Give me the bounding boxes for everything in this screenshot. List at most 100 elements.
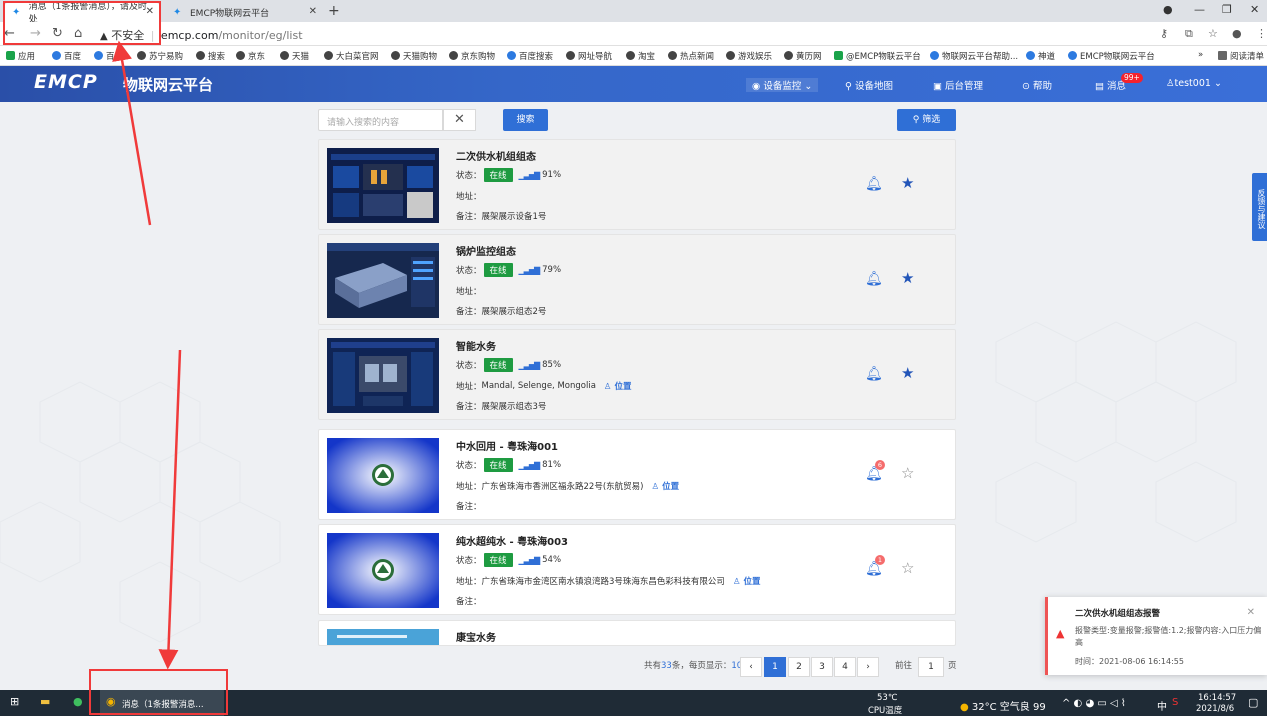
bookmark-item[interactable]: 黄历网 bbox=[784, 50, 822, 62]
device-card[interactable]: 中水回用 - 粤珠海001 状态： 在线 ▁▃▅▇ 81% 地址： 广东省珠海市香洲区福… bbox=[318, 429, 956, 520]
device-card[interactable]: 二次供水机组组态 状态： 在线 ▁▃▅▇ 91% 地址： 备注：展架展示设备1号 🔔︎… bbox=[318, 139, 956, 230]
bell-icon[interactable]: 🔔︎ bbox=[865, 176, 883, 192]
location-link[interactable]: ♙ 位置 bbox=[733, 575, 761, 587]
device-card[interactable]: 锅炉监控组态 状态： 在线 ▁▃▅▇ 79% 地址： 备注：展架展示组态2号 🔔︎ ★ bbox=[318, 234, 956, 325]
file-explorer-icon[interactable]: ▬ bbox=[40, 695, 50, 708]
clock-date[interactable]: 2021/8/6 bbox=[1196, 704, 1234, 714]
page-button[interactable]: 4 bbox=[834, 657, 856, 677]
prev-page-button[interactable]: ‹ bbox=[740, 657, 762, 677]
search-icon: ⚲ bbox=[912, 115, 920, 125]
bookmark-item[interactable]: 搜索 bbox=[196, 50, 225, 62]
star-filled-icon[interactable]: ★ bbox=[901, 364, 914, 382]
account-icon[interactable]: ● bbox=[1232, 27, 1242, 40]
nav-device-monitor[interactable]: ◉ 设备监控 ⌄ bbox=[746, 78, 819, 92]
minimize-icon[interactable]: — bbox=[1194, 3, 1205, 16]
weather[interactable]: ● 32°C 空气良 99 bbox=[960, 698, 1046, 713]
bookmark-item[interactable]: 京东 bbox=[236, 50, 265, 62]
tray-icons[interactable]: ^ ◐ ◕ ▭ ◁ ⌇ bbox=[1062, 698, 1126, 709]
bookmark-star-icon[interactable]: ☆ bbox=[1208, 27, 1218, 40]
bookmark-item[interactable]: 神道 bbox=[1026, 50, 1055, 62]
emcp-logo[interactable]: EMCP bbox=[34, 71, 98, 93]
bookmark-item[interactable]: 网址导航 bbox=[566, 50, 612, 62]
nav-help[interactable]: ⊙ 帮助 bbox=[1022, 78, 1052, 92]
star-outline-icon[interactable]: ☆ bbox=[901, 464, 914, 482]
key-icon[interactable]: ⚷ bbox=[1160, 27, 1168, 40]
location-link[interactable]: ♙ 位置 bbox=[604, 380, 632, 392]
device-thumbnail[interactable] bbox=[327, 148, 439, 223]
emcp-icon bbox=[1068, 51, 1077, 60]
clock-time[interactable]: 16:14:57 bbox=[1198, 693, 1236, 703]
app-header: EMCP 物联网云平台 ◉ 设备监控 ⌄ ⚲ 设备地图 ▣ 后台管理 ⊙ 帮助 … bbox=[0, 66, 1267, 102]
feedback-tab[interactable]: 反馈与建议 bbox=[1252, 173, 1267, 241]
nav-admin[interactable]: ▣ 后台管理 bbox=[933, 78, 983, 92]
bookmark-item[interactable]: 天猫 bbox=[280, 50, 309, 62]
close-icon[interactable]: ✕ bbox=[1247, 607, 1255, 618]
page-button[interactable]: 2 bbox=[788, 657, 810, 677]
menu-icon[interactable]: ⋮ bbox=[1256, 27, 1267, 40]
bookmark-item[interactable]: 天猫购物 bbox=[391, 50, 437, 62]
restore-icon[interactable]: ❐ bbox=[1222, 3, 1232, 16]
device-thumbnail[interactable] bbox=[327, 243, 439, 318]
bookmark-item[interactable]: 物联网云平台帮助... bbox=[930, 50, 1018, 62]
apps-grid-icon bbox=[6, 51, 15, 60]
ime-indicator[interactable]: 中 bbox=[1157, 698, 1167, 713]
device-card[interactable]: 纯水超纯水 - 粤珠海003 状态： 在线 ▁▃▅▇ 54% 地址： 广东省珠海市金湾区… bbox=[318, 524, 956, 615]
star-filled-icon[interactable]: ★ bbox=[901, 269, 914, 287]
star-outline-icon[interactable]: ☆ bbox=[901, 559, 914, 577]
bookmark-item[interactable]: 百度 bbox=[94, 50, 123, 62]
translate-icon[interactable]: ⧉ bbox=[1185, 27, 1193, 41]
page-button[interactable]: 3 bbox=[811, 657, 833, 677]
windows-start-icon[interactable]: ⊞ bbox=[10, 695, 19, 708]
browser-360-icon[interactable]: ● bbox=[73, 695, 83, 708]
bookmark-item[interactable]: 百度搜索 bbox=[507, 50, 553, 62]
device-name[interactable]: 锅炉监控组态 bbox=[456, 243, 516, 258]
device-thumbnail[interactable] bbox=[327, 338, 439, 413]
filter-button[interactable]: ⚲ 筛选 bbox=[897, 109, 956, 131]
device-name[interactable]: 中水回用 - 粤珠海001 bbox=[456, 438, 558, 453]
clear-search-button[interactable]: ✕ bbox=[443, 109, 476, 131]
bookmark-apps[interactable]: 应用 bbox=[6, 50, 35, 62]
close-window-icon[interactable]: ✕ bbox=[1250, 3, 1259, 16]
url-path: /monitor/eg/list bbox=[218, 29, 303, 42]
device-name[interactable]: 二次供水机组组态 bbox=[456, 148, 536, 163]
device-card[interactable]: 康宝水务 bbox=[318, 620, 956, 646]
profile-icon[interactable]: ● bbox=[1163, 3, 1173, 16]
device-name[interactable]: 智能水务 bbox=[456, 338, 496, 353]
device-name[interactable]: 纯水超纯水 - 粤珠海003 bbox=[456, 533, 568, 548]
device-name[interactable]: 康宝水务 bbox=[456, 629, 496, 644]
tab-close-icon[interactable]: ✕ bbox=[309, 6, 317, 17]
bookmark-item[interactable]: 百度 bbox=[52, 50, 81, 62]
bookmark-item[interactable]: EMCP物联网云平台 bbox=[1068, 50, 1155, 62]
bell-icon[interactable]: 🔔︎ bbox=[865, 271, 883, 287]
bookmark-more-icon[interactable]: » bbox=[1198, 50, 1203, 60]
location-link[interactable]: ♙ 位置 bbox=[651, 480, 679, 492]
new-tab-icon[interactable]: + bbox=[328, 3, 340, 19]
bookmark-item[interactable]: 游戏娱乐 bbox=[726, 50, 772, 62]
goto-page-input[interactable]: 1 bbox=[918, 657, 944, 677]
bell-icon[interactable]: 🔔︎ bbox=[865, 366, 883, 382]
device-thumbnail[interactable] bbox=[327, 629, 439, 646]
page-button-active[interactable]: 1 bbox=[764, 657, 786, 677]
search-input[interactable]: 请输入搜索的内容 bbox=[318, 109, 443, 131]
sogou-icon[interactable]: S bbox=[1172, 697, 1178, 708]
device-thumbnail[interactable] bbox=[327, 438, 439, 513]
bookmark-item[interactable]: 苏宁易购 bbox=[137, 50, 183, 62]
next-page-button[interactable]: › bbox=[857, 657, 879, 677]
bookmark-item[interactable]: 热点新闻 bbox=[668, 50, 714, 62]
device-thumbnail[interactable] bbox=[327, 533, 439, 608]
bookmark-reading-list[interactable]: 阅读清单 bbox=[1218, 50, 1264, 62]
nav-device-map[interactable]: ⚲ 设备地图 bbox=[845, 78, 893, 92]
bookmark-item[interactable]: @EMCP物联云平台 bbox=[834, 50, 921, 62]
bookmark-item[interactable]: 淘宝 bbox=[626, 50, 655, 62]
browser-tab[interactable]: ✦ EMCP物联网云平台 ✕ bbox=[165, 2, 323, 22]
notification-center-icon[interactable]: ▢ bbox=[1248, 696, 1258, 709]
star-filled-icon[interactable]: ★ bbox=[901, 174, 914, 192]
browser-tabbar: ✦ 消息（1条报警消息），请及时处 ✕ ✦ EMCP物联网云平台 ✕ + ● —… bbox=[0, 0, 1267, 25]
bookmark-item[interactable]: 大白菜官网 bbox=[324, 50, 379, 62]
nav-user-menu[interactable]: ♙test001 ⌄ bbox=[1166, 78, 1222, 89]
device-card[interactable]: 智能水务 状态： 在线 ▁▃▅▇ 85% 地址： Mandal, Selenge, Mo… bbox=[318, 329, 956, 420]
alarm-notification[interactable]: ▲ 二次供水机组组态报警 ✕ 报警类型:变量报警;报警值:1.2;报警内容:入口… bbox=[1045, 597, 1267, 675]
search-button[interactable]: 搜索 bbox=[503, 109, 548, 131]
signal-strength: 85% bbox=[542, 360, 562, 370]
bookmark-item[interactable]: 京东购物 bbox=[449, 50, 495, 62]
